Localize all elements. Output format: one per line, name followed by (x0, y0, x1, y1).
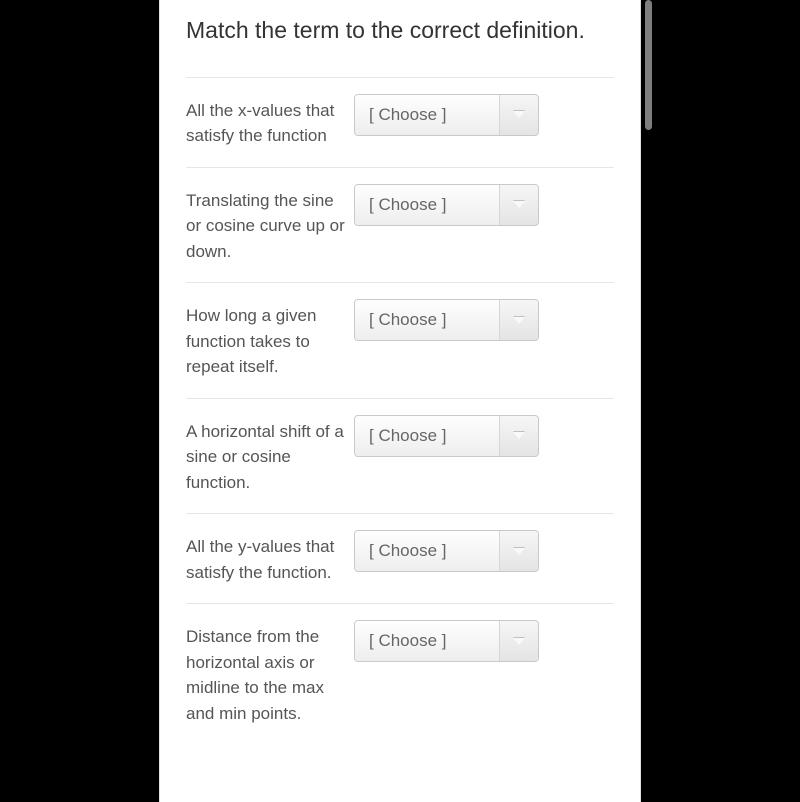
chevron-down-icon (500, 531, 538, 571)
definition-text: How long a given function takes to repea… (186, 299, 354, 380)
match-row: A horizontal shift of a sine or cosine f… (186, 398, 614, 514)
chevron-down-icon (500, 416, 538, 456)
dropdown-label: [ Choose ] (355, 300, 500, 340)
quiz-card: Match the term to the correct definition… (159, 0, 641, 802)
match-row: Translating the sine or cosine curve up … (186, 167, 614, 283)
choose-dropdown[interactable]: [ Choose ] (354, 184, 539, 226)
choose-dropdown[interactable]: [ Choose ] (354, 530, 539, 572)
chevron-down-icon (500, 95, 538, 135)
question-prompt: Match the term to the correct definition… (186, 0, 614, 77)
dropdown-label: [ Choose ] (355, 621, 500, 661)
match-row: Distance from the horizontal axis or mid… (186, 603, 614, 744)
choose-dropdown[interactable]: [ Choose ] (354, 94, 539, 136)
definition-text: Distance from the horizontal axis or mid… (186, 620, 354, 726)
definition-text: A horizontal shift of a sine or cosine f… (186, 415, 354, 496)
choose-dropdown[interactable]: [ Choose ] (354, 299, 539, 341)
definition-text: Translating the sine or cosine curve up … (186, 184, 354, 265)
dropdown-label: [ Choose ] (355, 185, 500, 225)
chevron-down-icon (500, 621, 538, 661)
chevron-down-icon (500, 185, 538, 225)
match-row: How long a given function takes to repea… (186, 282, 614, 398)
dropdown-label: [ Choose ] (355, 531, 500, 571)
match-row: All the y-values that satisfy the functi… (186, 513, 614, 603)
choose-dropdown[interactable]: [ Choose ] (354, 620, 539, 662)
dropdown-label: [ Choose ] (355, 416, 500, 456)
quiz-content: Match the term to the correct definition… (160, 0, 640, 744)
definition-text: All the x-values that satisfy the functi… (186, 94, 354, 149)
choose-dropdown[interactable]: [ Choose ] (354, 415, 539, 457)
match-row: All the x-values that satisfy the functi… (186, 77, 614, 167)
dropdown-label: [ Choose ] (355, 95, 500, 135)
scrollbar-thumb[interactable] (645, 0, 652, 130)
chevron-down-icon (500, 300, 538, 340)
definition-text: All the y-values that satisfy the functi… (186, 530, 354, 585)
